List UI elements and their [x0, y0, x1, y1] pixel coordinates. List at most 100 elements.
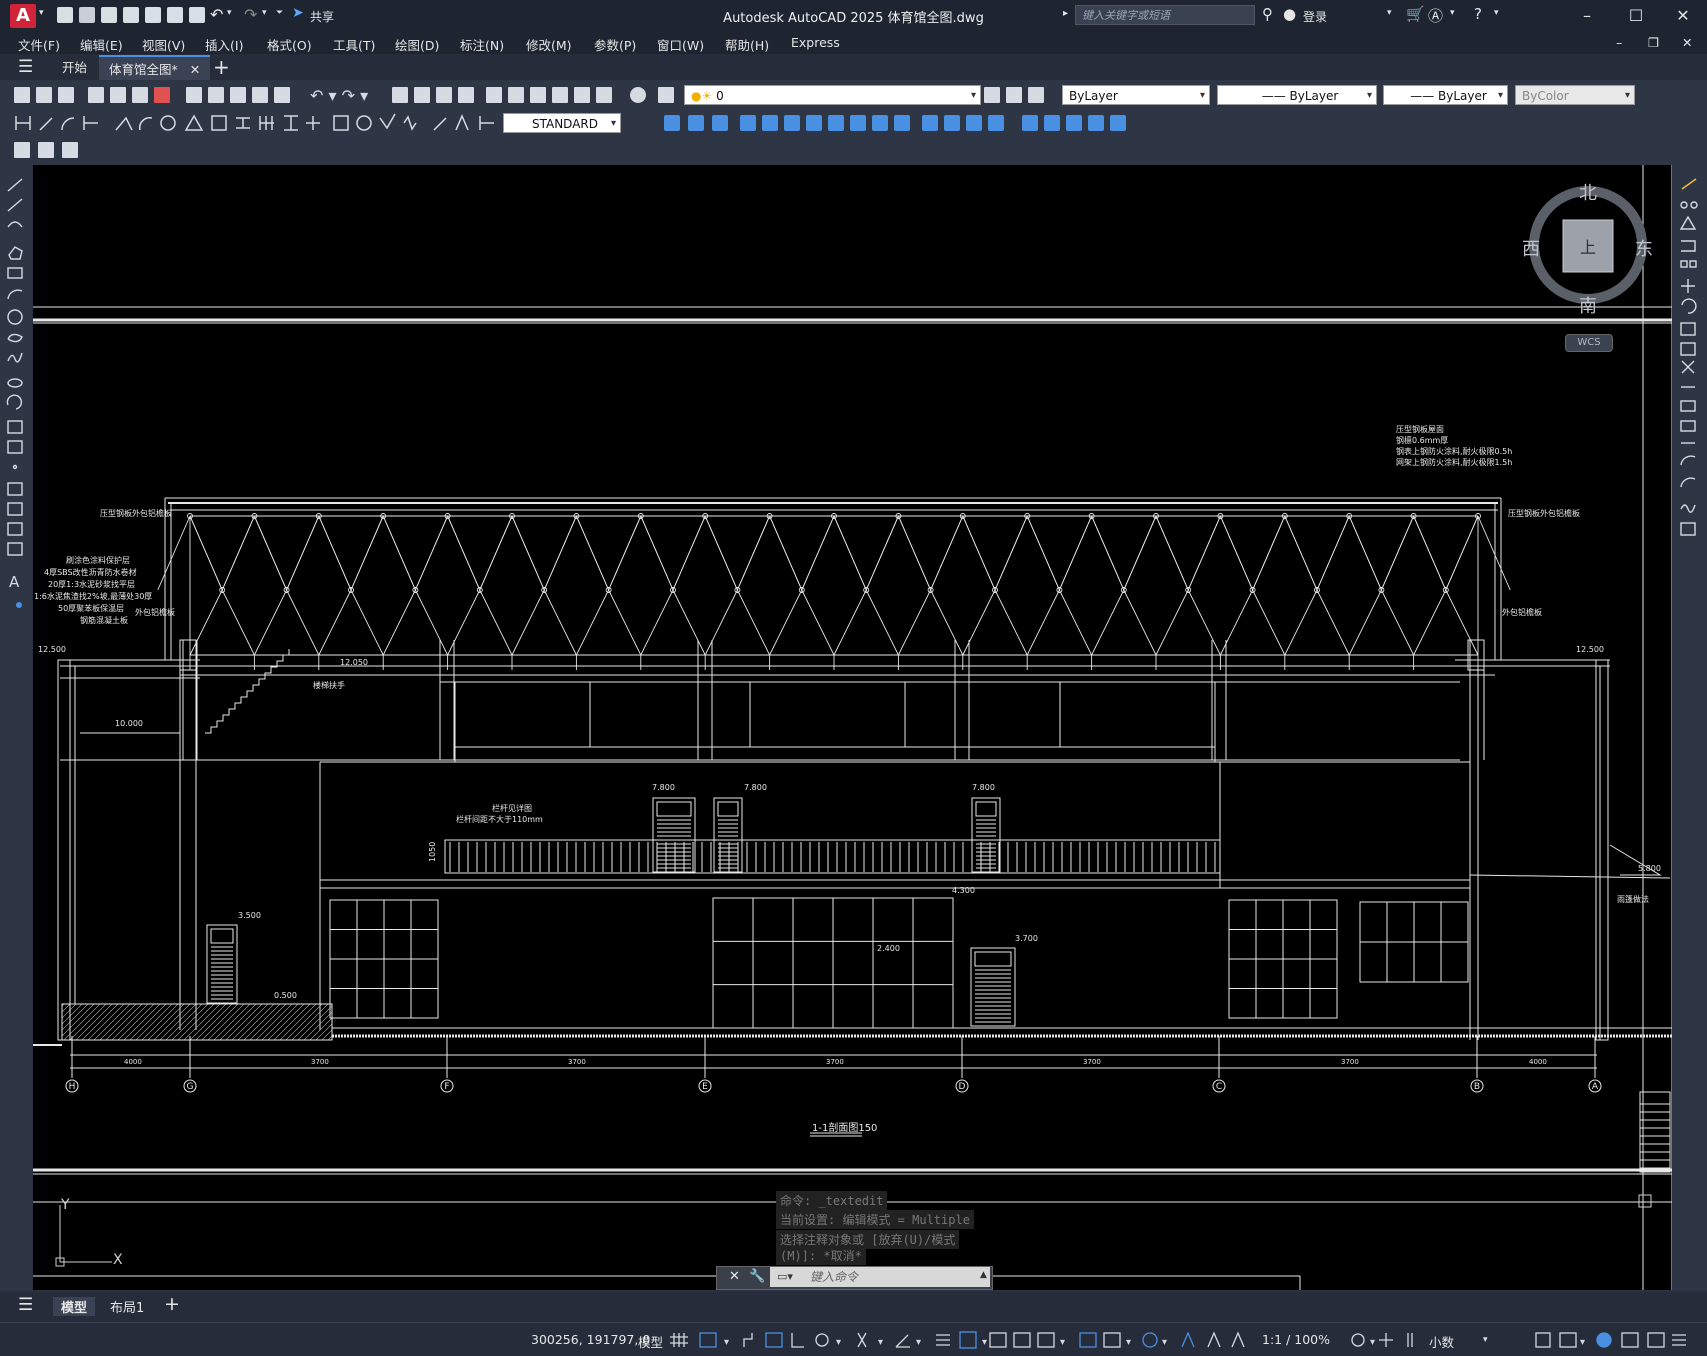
tab-layout1[interactable]: 布局1 [110, 1297, 144, 1316]
axis-label-h: H [69, 1082, 76, 1092]
menu-view[interactable]: 视图(V) [142, 35, 185, 54]
modify-tools-icons[interactable] [1672, 165, 1707, 585]
compass-labels[interactable]: 北 南 东 西 上 [1522, 183, 1653, 317]
note-layer-6: 钢筋混凝土板 [80, 615, 128, 625]
units-combo[interactable]: 小数 [1429, 1332, 1454, 1351]
compass-west[interactable]: 西 [1522, 239, 1540, 260]
close-command-icon[interactable]: ✕ [729, 1269, 740, 1284]
status-right-tools[interactable]: ▾ ▾ [1350, 1329, 1707, 1351]
menu-draw[interactable]: 绘图(D) [395, 35, 439, 54]
doc-minimize-button[interactable]: – [1616, 35, 1622, 50]
autocad-logo-icon[interactable]: A [10, 4, 36, 28]
menu-dimension[interactable]: 标注(N) [460, 35, 504, 54]
command-prompt-icon[interactable]: ▭▾ [777, 1270, 793, 1283]
help-dropdown-icon[interactable]: ▾ [1494, 8, 1499, 18]
tab-close-icon[interactable]: ✕ [190, 62, 200, 77]
note-layer-5: 50厚聚苯板保温层 [58, 603, 124, 613]
maximize-button[interactable]: ☐ [1616, 4, 1656, 28]
tab-start[interactable]: 开始 [52, 55, 97, 80]
command-history-2: 当前设置: 编辑模式 = Multiple [776, 1210, 974, 1229]
close-button[interactable]: ✕ [1663, 4, 1703, 28]
share-icon[interactable]: ➤ [292, 5, 304, 21]
doc-restore-button[interactable]: ❐ [1648, 35, 1659, 50]
menu-format[interactable]: 格式(O) [267, 35, 312, 54]
note-canopy: 雨篷做法 [1617, 894, 1649, 904]
coordinates-readout[interactable]: 300256, 191797, 0 [531, 1332, 650, 1347]
layer-combo[interactable]: ●☀ 0 ▾ [684, 85, 981, 105]
menu-file[interactable]: 文件(F) [18, 35, 60, 54]
customize-command-icon[interactable]: 🔧 [749, 1269, 765, 1284]
tab-model[interactable]: 模型 [53, 1297, 96, 1316]
units-dropdown-icon[interactable]: ▾ [1483, 1335, 1488, 1345]
lineweight-combo[interactable]: —— ByLayer ▾ [1383, 85, 1508, 105]
undo-dropdown-icon[interactable]: ▾ [227, 8, 232, 18]
compass-south[interactable]: 南 [1579, 296, 1597, 317]
note-rail-height: 1050 [428, 842, 437, 862]
draw-tools-icons[interactable]: A [0, 165, 32, 625]
redo-icon[interactable]: ↷ [244, 5, 257, 24]
undo-icon[interactable]: ↶ [210, 5, 223, 24]
svg-text:A: A [9, 573, 20, 591]
user-icon[interactable]: ● [1283, 5, 1296, 23]
command-input[interactable]: 键入命令 [770, 1267, 990, 1287]
save-icon[interactable] [101, 7, 117, 23]
svg-text:▾: ▾ [1126, 1337, 1131, 1348]
add-layout-button[interactable]: + [164, 1293, 180, 1315]
open-from-web-icon[interactable] [145, 7, 161, 23]
layout-menu-icon[interactable]: ☰ [18, 1295, 33, 1315]
color-combo[interactable]: ByLayer ▾ [1062, 85, 1210, 105]
menu-window[interactable]: 窗口(W) [657, 35, 704, 54]
autodesk-app-icon[interactable]: Ⓐ [1428, 5, 1443, 26]
menu-express[interactable]: Express [791, 35, 840, 50]
menu-tools[interactable]: 工具(T) [333, 35, 375, 54]
save-to-web-icon[interactable] [167, 7, 183, 23]
linetype-combo[interactable]: —— ByLayer ▾ [1217, 85, 1377, 105]
open-file-icon[interactable] [79, 7, 95, 23]
login-dropdown-icon[interactable]: ▾ [1387, 8, 1392, 18]
menu-insert[interactable]: 插入(I) [205, 35, 243, 54]
dimstyle-combo[interactable]: STANDARD ▾ [503, 113, 621, 133]
plotstyle-combo[interactable]: ByColor ▾ [1515, 85, 1635, 105]
compass-north[interactable]: 北 [1579, 183, 1597, 204]
new-tab-button[interactable]: + [213, 55, 230, 79]
expand-arrow-icon[interactable]: ▸ [1063, 8, 1068, 19]
dimension-toolbar-icons[interactable] [0, 110, 1707, 136]
cart-icon[interactable]: 🛒 [1406, 5, 1425, 23]
plot-icon[interactable] [189, 7, 205, 23]
section-drawing[interactable]: 压型钢板屋面 钢檩0.6mm厚 钢表上钢防火涂料,耐火极限0.5h 网架上钢防火… [33, 165, 1672, 1290]
doc-close-button[interactable]: ✕ [1682, 35, 1692, 50]
help-icon[interactable]: ? [1474, 5, 1482, 23]
share-button[interactable]: 共享 [310, 8, 334, 25]
save-as-icon[interactable] [123, 7, 139, 23]
redo-dropdown-icon[interactable]: ▾ [262, 8, 267, 18]
app-dropdown-icon[interactable]: ▾ [1450, 8, 1455, 18]
elev-0500: 0.500 [274, 991, 297, 1000]
customize-qat-icon[interactable]: ⏷ [276, 8, 283, 18]
login-button[interactable]: 登录 [1303, 8, 1327, 25]
wcs-button[interactable]: WCS [1565, 334, 1613, 352]
elev-4300: 4.300 [952, 886, 975, 895]
tab-active-drawing[interactable]: 体育馆全图* ✕ [99, 55, 211, 82]
compass-east[interactable]: 东 [1635, 239, 1653, 260]
note-roof-2: 钢檩0.6mm厚 [1396, 435, 1448, 445]
minimize-button[interactable]: – [1567, 4, 1607, 28]
note-wall-left: 外包铝檐板 [135, 607, 175, 617]
command-history-toggle-icon[interactable]: ▲ [980, 1270, 987, 1280]
dim-5: 3700 [1083, 1058, 1101, 1066]
menu-modify[interactable]: 修改(M) [526, 35, 572, 54]
elev-7800-b: 7.800 [744, 783, 767, 792]
menu-edit[interactable]: 编辑(E) [80, 35, 123, 54]
drawing-canvas[interactable]: 压型钢板屋面 钢檩0.6mm厚 钢表上钢防火涂料,耐火极限0.5h 网架上钢防火… [33, 165, 1672, 1290]
model-space-button[interactable]: 模型 [638, 1332, 663, 1351]
search-input[interactable]: 键入关键字或短语 [1075, 5, 1255, 25]
menu-help[interactable]: 帮助(H) [725, 35, 769, 54]
app-menu-arrow-icon[interactable]: ▾ [39, 8, 44, 18]
new-file-icon[interactable] [57, 7, 73, 23]
extra-toolbar-icons[interactable] [0, 136, 200, 165]
annotation-scale[interactable]: 1:1 / 100% [1262, 1332, 1330, 1347]
hamburger-menu-icon[interactable]: ☰ [18, 57, 33, 77]
svg-text:▾: ▾ [1162, 1337, 1167, 1348]
menu-parametric[interactable]: 参数(P) [594, 35, 636, 54]
viewcube-face-top[interactable]: 上 [1580, 238, 1596, 257]
search-icon[interactable]: ⚲ [1262, 5, 1273, 23]
